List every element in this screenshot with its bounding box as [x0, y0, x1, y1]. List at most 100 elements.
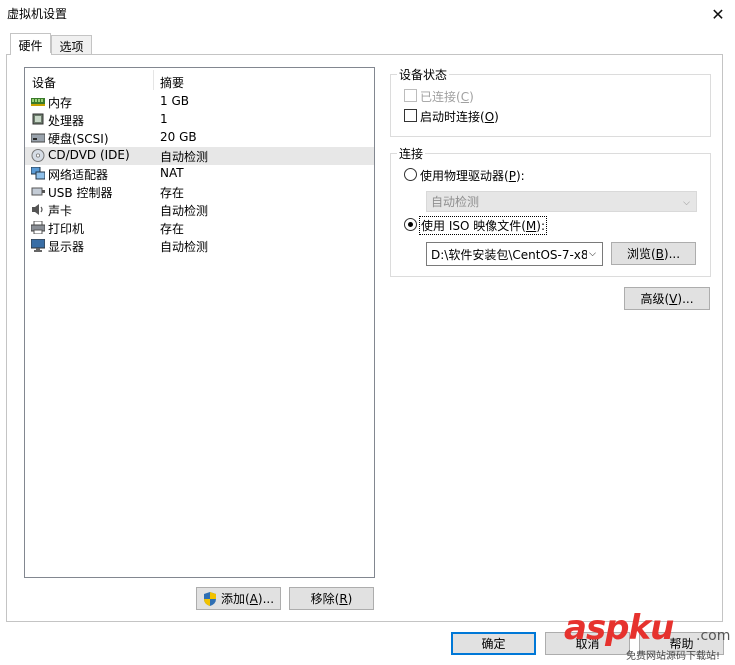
connected-checkbox[interactable]	[404, 89, 417, 102]
physical-drive-value: 自动检测	[431, 195, 480, 209]
connect-at-power-on-checkbox[interactable]	[404, 109, 417, 122]
connected-label: 已连接(C)	[420, 88, 474, 105]
advanced-tail: )...	[677, 292, 694, 306]
device-row-processor[interactable]: 处理器 1	[25, 111, 374, 129]
add-button-label: 添加(A)...	[221, 590, 274, 607]
physical-text: 使用物理驱动器(	[420, 169, 509, 183]
device-row-display[interactable]: 显示器 自动检测	[25, 237, 374, 255]
iso-text: 使用 ISO 映像文件(	[421, 219, 526, 233]
iso-path-value: D:\软件安装包\CentOS-7-x8	[431, 247, 589, 262]
connected-tail: )	[469, 90, 474, 104]
device-name: CD/DVD (IDE)	[48, 148, 130, 162]
usb-icon	[31, 187, 45, 196]
device-row-cd-dvd[interactable]: CD/DVD (IDE) 自动检测	[25, 147, 374, 165]
device-summary: 自动检测	[160, 204, 209, 218]
device-name: 内存	[48, 96, 73, 110]
physical-drive-select[interactable]: 自动检测 ⌵	[426, 191, 697, 212]
browse-text: 浏览(	[626, 247, 656, 261]
connected-text: 已连接(	[420, 90, 461, 104]
watermark-brand: aspku	[564, 608, 674, 648]
add-label-text: 添加(	[220, 592, 250, 606]
device-name: 硬盘(SCSI)	[48, 132, 109, 146]
remove-button-label: 移除(R)	[311, 590, 353, 607]
power-on-text: 启动时连接(	[420, 110, 485, 124]
physical-tail: ):	[515, 169, 525, 183]
browse-tail: )...	[663, 247, 681, 261]
memory-icon	[31, 98, 45, 106]
device-summary: 1 GB	[160, 94, 189, 108]
window-title: 虚拟机设置	[7, 7, 68, 21]
device-row-harddisk[interactable]: 硬盘(SCSI) 20 GB	[25, 129, 374, 147]
device-summary: 1	[160, 112, 168, 126]
advanced-button[interactable]: 高级(V)...	[624, 287, 710, 310]
browse-key: B	[655, 247, 664, 261]
close-button[interactable]: ✕	[706, 2, 730, 26]
shield-icon	[203, 591, 216, 606]
device-row-network-adapter[interactable]: 网络适配器 NAT	[25, 165, 374, 183]
watermark-tagline: 免费网站源码下载站!	[626, 651, 721, 662]
column-header-device[interactable]: 设备	[32, 74, 56, 91]
tab-join	[11, 53, 51, 55]
iso-tail: ):	[536, 219, 546, 233]
remove-label-key: R	[339, 592, 348, 606]
add-label-tail: )...	[257, 592, 275, 606]
column-divider[interactable]	[153, 70, 154, 90]
connect-at-power-on-label[interactable]: 启动时连接(O)	[420, 108, 499, 125]
remove-label-tail: )	[347, 592, 353, 606]
device-name: 显示器	[48, 240, 85, 254]
remove-button[interactable]: 移除(R)	[289, 587, 374, 610]
iso-path-combobox[interactable]: D:\软件安装包\CentOS-7-x8 ⌵	[426, 242, 603, 266]
remove-label-text: 移除(	[310, 592, 340, 606]
ok-label: 确定	[481, 637, 506, 651]
device-summary: NAT	[160, 166, 184, 180]
advanced-text: 高级(	[640, 292, 670, 306]
device-row-usb[interactable]: USB 控制器 存在	[25, 183, 374, 201]
iso-image-radio[interactable]	[404, 218, 417, 231]
device-summary: 自动检测	[160, 240, 209, 254]
device-summary: 自动检测	[160, 150, 209, 164]
connected-key: C	[460, 90, 470, 104]
physical-key: P	[508, 169, 516, 183]
power-on-tail: )	[494, 110, 499, 124]
network-adapter-icon	[31, 167, 45, 180]
iso-image-label[interactable]: 使用 ISO 映像文件(M):	[419, 216, 548, 235]
browse-label: 浏览(B)...	[627, 245, 680, 262]
device-status-group	[390, 74, 711, 137]
device-status-label: 设备状态	[397, 66, 450, 83]
processor-icon	[32, 113, 44, 125]
device-summary: 20 GB	[160, 130, 197, 144]
title-bar	[0, 0, 735, 30]
watermark-logo: aspku .com 免费网站源码下载站!	[560, 608, 735, 665]
close-icon: ✕	[711, 4, 725, 24]
connection-label: 连接	[397, 145, 426, 162]
device-row-printer[interactable]: 打印机 存在	[25, 219, 374, 237]
chevron-down-icon: ⌵	[683, 198, 690, 208]
tab-hardware-label: 硬件	[18, 38, 43, 53]
device-row-sound-card[interactable]: 声卡 自动检测	[25, 201, 374, 219]
tab-options-label: 选项	[59, 39, 84, 54]
printer-icon	[31, 221, 45, 234]
device-name: 打印机	[48, 222, 85, 236]
device-name: 网络适配器	[48, 168, 109, 182]
device-name: 声卡	[48, 204, 73, 218]
display-icon	[31, 239, 45, 252]
ok-button[interactable]: 确定	[451, 632, 536, 655]
iso-key: M	[525, 219, 537, 233]
sound-card-icon	[32, 204, 43, 215]
device-row-memory[interactable]: 内存 1 GB	[25, 93, 374, 111]
advanced-label: 高级(V)...	[640, 290, 693, 307]
browse-button[interactable]: 浏览(B)...	[611, 242, 696, 265]
column-header-summary[interactable]: 摘要	[160, 74, 184, 91]
device-name: 处理器	[48, 114, 85, 128]
device-name: USB 控制器	[48, 186, 113, 200]
cd-dvd-icon	[31, 149, 45, 162]
add-button[interactable]: 添加(A)...	[196, 587, 281, 610]
device-summary: 存在	[160, 186, 185, 200]
add-label-key: A	[249, 592, 258, 606]
device-list[interactable]: 设备 摘要 内存 1 GB 处理器 1 硬盘(SCSI) 20 GB CD/DV…	[24, 67, 375, 578]
physical-drive-label[interactable]: 使用物理驱动器(P):	[420, 167, 525, 184]
chevron-down-icon[interactable]: ⌵	[587, 249, 596, 259]
power-on-key: O	[484, 110, 495, 124]
physical-drive-radio[interactable]	[404, 168, 417, 181]
watermark-domain: .com	[696, 628, 731, 644]
